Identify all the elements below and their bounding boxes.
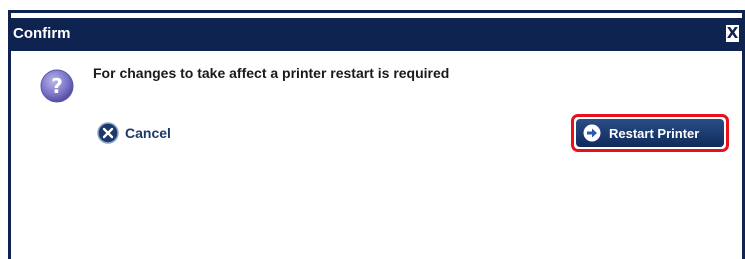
arrow-right-icon xyxy=(583,124,601,142)
cancel-icon xyxy=(97,122,119,144)
confirm-dialog: Confirm X ? For changes to take affect a… xyxy=(8,10,745,259)
cancel-button[interactable]: Cancel xyxy=(97,122,171,144)
dialog-titlebar: Confirm X xyxy=(8,18,745,51)
question-icon: ? xyxy=(40,69,74,103)
cancel-label: Cancel xyxy=(125,125,171,141)
close-button[interactable]: X xyxy=(725,24,740,43)
restart-printer-label: Restart Printer xyxy=(609,125,700,141)
dialog-title: Confirm xyxy=(13,25,71,42)
confirm-message: For changes to take affect a printer res… xyxy=(93,65,450,81)
close-icon: X xyxy=(726,24,739,42)
restart-printer-highlight: Restart Printer xyxy=(571,114,729,152)
titlebar-top-rule xyxy=(8,10,745,13)
svg-text:?: ? xyxy=(51,74,63,98)
restart-printer-button[interactable]: Restart Printer xyxy=(576,119,724,147)
